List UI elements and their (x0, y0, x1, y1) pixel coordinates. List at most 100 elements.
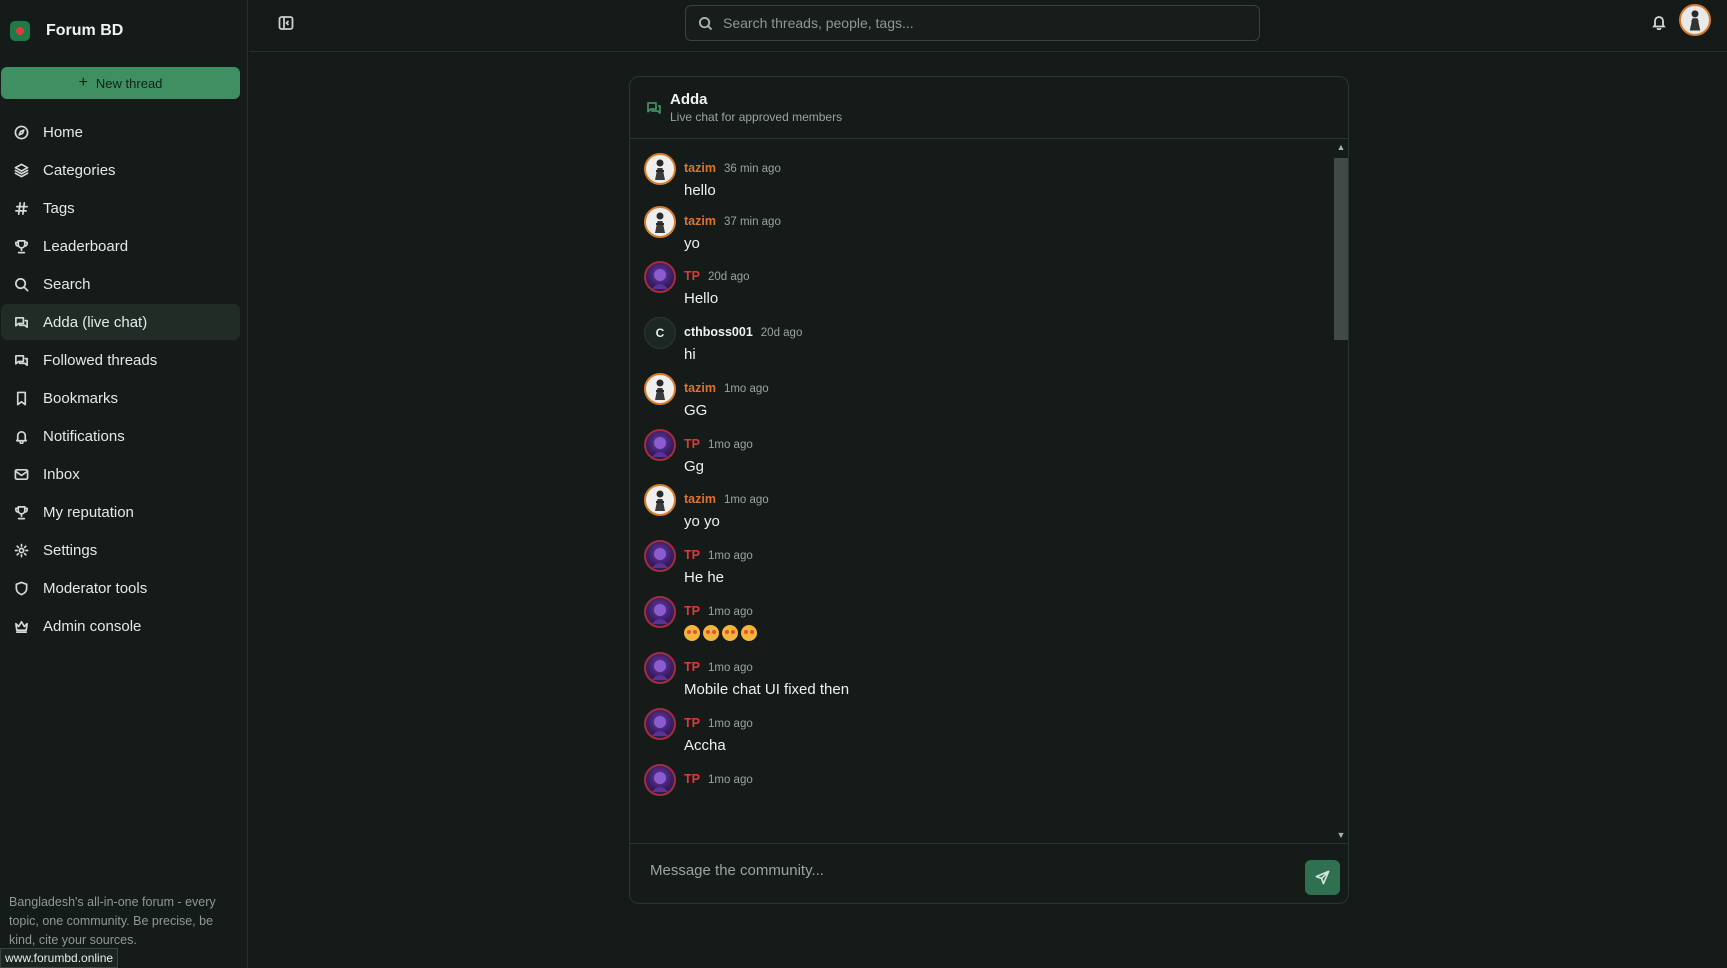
sidebar-item-my-reputation[interactable]: My reputation (1, 494, 240, 530)
message-author[interactable]: tazim (684, 492, 716, 506)
message-time: 20d ago (760, 327, 803, 339)
message-time: 1mo ago (707, 606, 753, 618)
author-avatar[interactable] (644, 206, 676, 238)
search-icon (698, 16, 713, 30)
author-avatar[interactable] (644, 708, 676, 740)
message-text: hi (684, 346, 696, 363)
bookmark-icon (13, 390, 29, 406)
top-bar (249, 0, 1727, 52)
message-author[interactable]: TP (684, 772, 700, 786)
author-avatar[interactable] (644, 261, 676, 293)
message-text: Mobile chat UI fixed then (684, 681, 850, 698)
sidebar-item-label: Categories (43, 161, 116, 179)
bell-icon (13, 428, 29, 444)
message-author[interactable]: TP (684, 269, 700, 283)
new-thread-button[interactable]: + New thread (1, 67, 240, 99)
message-author[interactable]: TP (684, 548, 700, 562)
sidebar-item-label: Notifications (43, 427, 125, 445)
message-meta: TP 1mo ago (684, 548, 753, 562)
message-time: 37 min ago (723, 216, 781, 228)
sidebar-item-moderator-tools[interactable]: Moderator tools (1, 570, 240, 606)
author-avatar[interactable] (644, 484, 676, 516)
message-meta: tazim 37 min ago (684, 214, 781, 228)
search-icon (13, 276, 29, 292)
message-author[interactable]: tazim (684, 214, 716, 228)
author-avatar[interactable] (644, 596, 676, 628)
sidebar-item-label: Search (43, 275, 91, 293)
trophy-icon (13, 238, 29, 254)
shield-icon (13, 580, 29, 596)
user-avatar[interactable] (1679, 4, 1711, 36)
message-author[interactable]: TP (684, 716, 700, 730)
message-time: 20d ago (707, 271, 750, 283)
author-avatar[interactable] (644, 652, 676, 684)
sidebar-item-bookmarks[interactable]: Bookmarks (1, 380, 240, 416)
message-list[interactable]: tazim 36 min ago hello tazim 37 min ago yo TP 2… (630, 140, 1332, 843)
message-text: hello (684, 182, 716, 199)
message-input[interactable] (650, 862, 1250, 879)
search-input[interactable] (723, 15, 1223, 31)
chat-icon (13, 352, 29, 368)
send-button[interactable] (1305, 860, 1340, 895)
author-avatar[interactable] (644, 764, 676, 796)
message-time: 1mo ago (707, 439, 753, 451)
message-scrollbar[interactable]: ▲ ▼ (1332, 140, 1348, 843)
brand-name: Forum BD (46, 22, 124, 39)
message-meta: TP 20d ago (684, 269, 750, 283)
message-meta: TP 1mo ago (684, 772, 753, 786)
message-author[interactable]: tazim (684, 381, 716, 395)
message-author[interactable]: cthboss001 (684, 325, 753, 339)
chat-header: Adda Live chat for approved members (630, 77, 1348, 139)
sidebar-item-settings[interactable]: Settings (1, 532, 240, 568)
star-struck-emoji-icon (741, 625, 757, 641)
sidebar-item-notifications[interactable]: Notifications (1, 418, 240, 454)
sidebar-item-label: Home (43, 123, 84, 141)
author-avatar[interactable]: C (644, 317, 676, 349)
author-avatar[interactable] (644, 153, 676, 185)
tagline-line: topic, one community. Be precise, be (9, 914, 214, 928)
sidebar-item-categories[interactable]: Categories (1, 152, 240, 188)
message-text: yo (684, 235, 700, 252)
notifications-bell-icon[interactable] (1651, 14, 1667, 31)
message-author[interactable]: TP (684, 604, 700, 618)
scroll-thumb[interactable] (1334, 158, 1348, 340)
message-author[interactable]: TP (684, 437, 700, 451)
sidebar-item-leaderboard[interactable]: Leaderboard (1, 228, 240, 264)
emoji-row (684, 625, 757, 641)
sidebar-item-tags[interactable]: Tags (1, 190, 240, 226)
message-time: 1mo ago (723, 383, 769, 395)
sidebar-item-inbox[interactable]: Inbox (1, 456, 240, 492)
author-avatar[interactable] (644, 429, 676, 461)
message-meta: TP 1mo ago (684, 716, 753, 730)
mail-icon (13, 466, 29, 482)
sidebar-item-search[interactable]: Search (1, 266, 240, 302)
tagline-line: Bangladesh's all-in-one forum - every (9, 895, 216, 909)
sidebar-toggle-icon[interactable] (278, 15, 294, 31)
star-struck-emoji-icon (722, 625, 738, 641)
message-meta: tazim 1mo ago (684, 381, 769, 395)
gear-icon (13, 542, 29, 558)
message-time: 1mo ago (707, 662, 753, 674)
brand[interactable]: Forum BD (0, 0, 247, 62)
message-author[interactable]: TP (684, 660, 700, 674)
author-avatar[interactable] (644, 373, 676, 405)
sidebar-item-admin-console[interactable]: Admin console (1, 608, 240, 644)
sidebar-item-home[interactable]: Home (1, 114, 240, 150)
sidebar-item-label: Settings (43, 541, 98, 559)
scroll-down-icon[interactable]: ▼ (1336, 830, 1346, 840)
hash-icon (13, 200, 29, 216)
message-time: 1mo ago (707, 550, 753, 562)
compass-icon (13, 124, 29, 140)
message-text: He he (684, 569, 725, 586)
sidebar-nav: Home Categories Tags Leaderboard Search Adda … (1, 114, 240, 646)
scroll-up-icon[interactable]: ▲ (1336, 142, 1346, 152)
search-bar[interactable] (685, 5, 1260, 41)
message-author[interactable]: tazim (684, 161, 716, 175)
sidebar-item-adda-live-chat[interactable]: Adda (live chat) (1, 304, 240, 340)
message-meta: tazim 1mo ago (684, 492, 769, 506)
crown-icon (13, 618, 29, 634)
sidebar-item-followed-threads[interactable]: Followed threads (1, 342, 240, 378)
message-text (684, 625, 757, 641)
author-avatar[interactable] (644, 540, 676, 572)
status-url: www.forumbd.online (0, 948, 119, 968)
